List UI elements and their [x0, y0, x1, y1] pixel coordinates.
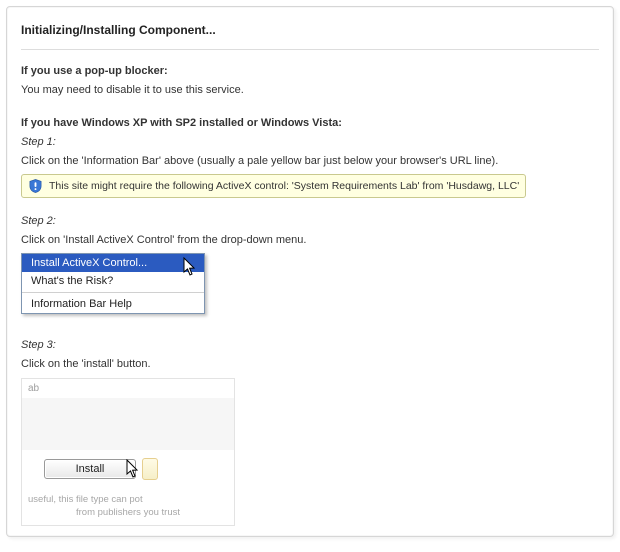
install-dialog-top-text: ab	[22, 379, 234, 394]
install-dialog-button-row: Install	[22, 450, 234, 490]
step2-text: Click on 'Install ActiveX Control' from …	[21, 233, 599, 249]
step1-label: Step 1:	[21, 135, 599, 151]
information-bar-example: This site might require the following Ac…	[21, 174, 526, 198]
step1-text: Click on the 'Information Bar' above (us…	[21, 154, 599, 170]
secondary-button-fragment	[142, 458, 158, 480]
context-menu: Install ActiveX Control... What's the Ri…	[21, 253, 205, 314]
shield-icon	[28, 178, 43, 194]
xp-heading: If you have Windows XP with SP2 installe…	[21, 116, 599, 132]
popup-blocker-heading: If you use a pop-up blocker:	[21, 64, 599, 80]
install-dialog-fragment: ab Install useful, this file type can po…	[21, 378, 235, 526]
step3-text: Click on the 'install' button.	[21, 357, 599, 373]
menu-item-whats-the-risk[interactable]: What's the Risk?	[22, 272, 204, 290]
step3-label: Step 3:	[21, 338, 599, 354]
install-button[interactable]: Install	[44, 459, 136, 479]
install-dialog-body	[22, 398, 234, 450]
instructions-panel: Initializing/Installing Component... If …	[6, 6, 614, 537]
menu-item-info-bar-help[interactable]: Information Bar Help	[22, 295, 204, 313]
step2-label: Step 2:	[21, 214, 599, 230]
menu-divider	[22, 292, 204, 293]
popup-blocker-text: You may need to disable it to use this s…	[21, 83, 599, 99]
panel-title: Initializing/Installing Component...	[21, 23, 599, 37]
install-dialog-footer: useful, this file type can pot from publ…	[22, 490, 234, 525]
divider	[21, 49, 599, 50]
menu-item-install-activex[interactable]: Install ActiveX Control...	[22, 254, 204, 272]
information-bar-text: This site might require the following Ac…	[49, 180, 519, 192]
